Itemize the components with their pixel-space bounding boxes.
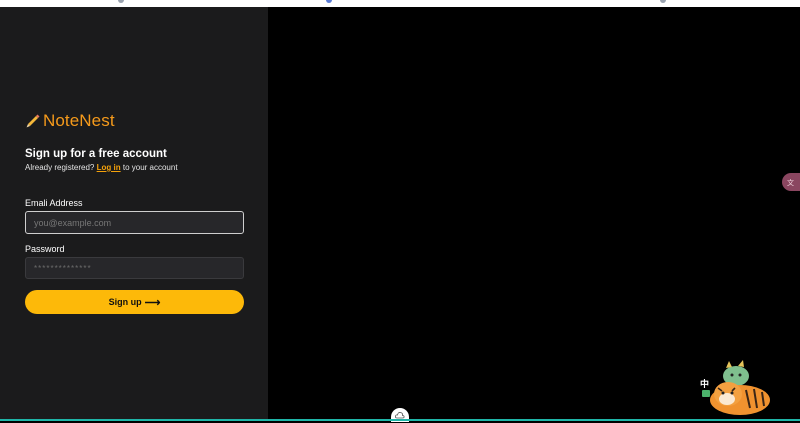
password-label: Password xyxy=(25,244,65,254)
signup-button[interactable]: Sign up ⟶ xyxy=(25,290,244,314)
login-suffix-text: to your account xyxy=(122,163,178,172)
tab-indicator xyxy=(660,0,666,3)
app-name: NoteNest xyxy=(43,111,115,130)
page-title: Sign up for a free account xyxy=(25,148,167,160)
browser-top-strip xyxy=(0,0,800,7)
arrow-right-icon: ⟶ xyxy=(144,296,161,309)
email-field[interactable]: you@example.com xyxy=(25,211,244,234)
login-prompt: Already registered? Log in to your accou… xyxy=(25,163,178,172)
password-field[interactable]: ************** xyxy=(25,257,244,279)
tiger-dragon-mascot-icon[interactable] xyxy=(702,360,774,423)
tab-indicator xyxy=(118,0,124,3)
tab-indicator-active xyxy=(326,0,332,3)
hero-panel xyxy=(268,7,800,419)
pencil-icon xyxy=(25,113,41,129)
email-label: Emali Address xyxy=(25,198,83,208)
app-logo[interactable]: NoteNest xyxy=(25,110,115,132)
translate-icon[interactable]: 文 xyxy=(782,173,800,191)
svg-text:文: 文 xyxy=(787,178,794,187)
login-link[interactable]: Log in xyxy=(97,163,121,172)
signup-button-label: Sign up xyxy=(108,297,142,307)
already-registered-text: Already registered? xyxy=(25,163,95,172)
